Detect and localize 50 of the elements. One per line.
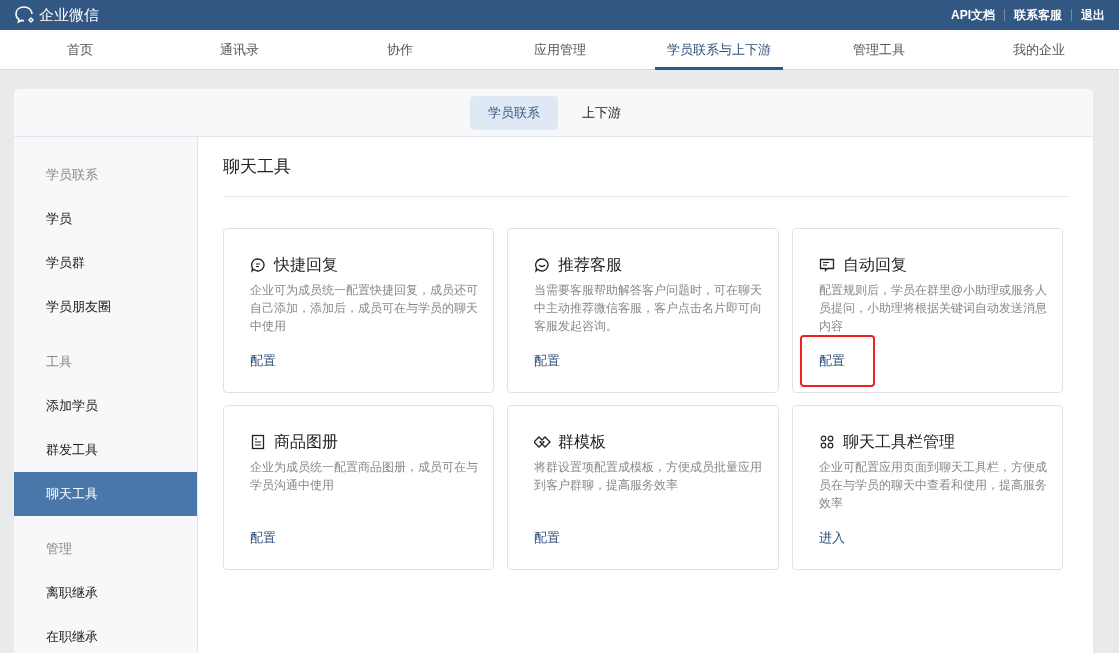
- card-description: 企业可为成员统一配置快捷回复，成员还可自己添加，添加后，成员可在与学员的聊天中使用: [250, 282, 479, 335]
- page-title: 聊天工具: [223, 155, 291, 178]
- card-description: 将群设置项配置成模板，方便成员批量应用到客户群聊，提高服务效率: [534, 459, 764, 494]
- sidebar-item[interactable]: 添加学员: [14, 384, 197, 428]
- card-title: 自动回复: [842, 255, 907, 275]
- nav-tab[interactable]: 通讯录: [208, 30, 272, 70]
- sidebar-item[interactable]: 学员: [14, 197, 197, 241]
- nav-tab[interactable]: 学员联系与上下游: [655, 30, 784, 70]
- card-link[interactable]: 配置: [250, 528, 276, 548]
- sidebar-item[interactable]: 聊天工具: [14, 472, 197, 516]
- card-link[interactable]: 配置: [250, 351, 276, 371]
- header-link[interactable]: 联系客服: [1014, 6, 1062, 24]
- sidebar-section-label: 学员联系: [45, 166, 99, 184]
- sidebar-item[interactable]: 在职继承: [14, 615, 197, 653]
- card-link[interactable]: 进入: [818, 528, 845, 548]
- two-diamonds-icon: [534, 434, 552, 450]
- sidebar-item[interactable]: 群发工具: [14, 428, 197, 472]
- nav-tab[interactable]: 应用管理: [521, 30, 598, 70]
- sidebar-section-label: 工具: [45, 353, 73, 371]
- card-title: 商品图册: [274, 432, 338, 452]
- nav-tab[interactable]: 首页: [54, 30, 105, 70]
- sidebar-item[interactable]: 离职继承: [14, 571, 197, 615]
- sub-tab[interactable]: 上下游: [566, 95, 637, 130]
- nav-tab[interactable]: 我的企业: [1001, 30, 1078, 70]
- card-link[interactable]: 配置: [799, 335, 875, 387]
- header-link[interactable]: 退出: [1081, 6, 1105, 24]
- sub-tab[interactable]: 学员联系: [470, 95, 558, 130]
- sidebar-item[interactable]: 学员群: [14, 241, 197, 285]
- card-link[interactable]: 配置: [534, 351, 561, 371]
- chat-bubble-icon: [14, 5, 36, 25]
- message-box-icon: [818, 257, 836, 273]
- card-description: 当需要客服帮助解答客户问题时，可在聊天中主动推荐微信客服，客户点击名片即可向客服发起咨询。: [534, 282, 764, 335]
- sidebar-item[interactable]: 学员朋友圈: [14, 285, 197, 329]
- nav-tab[interactable]: 协作: [374, 30, 425, 70]
- logo-text: 企业微信: [39, 4, 99, 25]
- card-title: 聊天工具栏管理: [842, 432, 955, 452]
- card-title: 快捷回复: [274, 255, 338, 275]
- card-description: 配置规则后，学员在群里@小助理或服务人员提问，小助理将根据关键词自动发送消息内容: [818, 282, 1048, 335]
- sidebar-section-label: 管理: [45, 540, 73, 558]
- smiling-bubble-icon: [534, 257, 552, 273]
- card-description: 企业可配置应用页面到聊天工具栏，方便成员在与学员的聊天中查看和使用，提高服务效率: [818, 459, 1048, 512]
- document-list-icon: [250, 434, 267, 450]
- card-title: 群模板: [558, 432, 607, 452]
- header-link[interactable]: API文档: [951, 6, 995, 24]
- card-title: 推荐客服: [558, 255, 623, 275]
- card-link[interactable]: 配置: [534, 528, 561, 548]
- four-loops-icon: [818, 434, 836, 450]
- card-description: 企业为成员统一配置商品图册，成员可在与学员沟通中使用: [250, 459, 479, 494]
- chat-bubble-icon: [250, 257, 267, 273]
- nav-tab[interactable]: 管理工具: [841, 30, 918, 70]
